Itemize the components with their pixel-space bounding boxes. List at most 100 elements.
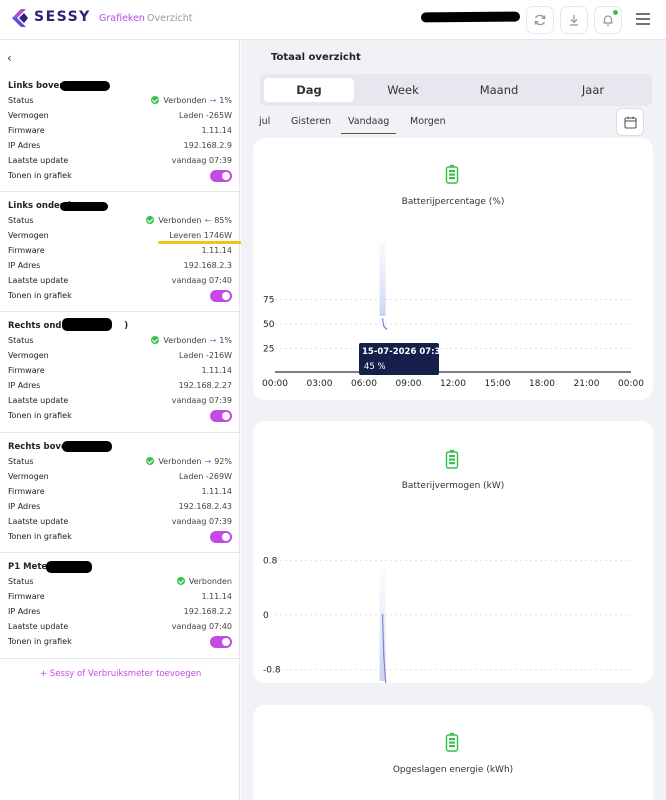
show-in-chart-row: Tonen in grafiek — [8, 170, 232, 184]
status-row: Status Verbonden — [8, 577, 232, 590]
show-in-chart-row: Tonen in grafiek — [8, 290, 232, 304]
row-value: Laden -265W — [178, 111, 232, 120]
day-tab-jul[interactable]: jul — [259, 116, 270, 127]
show-in-chart-toggle[interactable] — [210, 290, 232, 302]
row-label: Vermogen — [8, 351, 49, 360]
show-in-chart-toggle[interactable] — [210, 636, 232, 648]
notifications-button[interactable] — [594, 6, 622, 34]
row-value: 192.168.2.43 — [178, 502, 232, 511]
device-card-p1-meter: P1 Meter ( Status Verbonden Firmware 1.11… — [0, 553, 240, 659]
show-in-chart-row: Tonen in grafiek — [8, 531, 232, 545]
update-row: Laatste update vandaag 07:39 — [8, 396, 232, 409]
ip-row: IP Adres 192.168.2.27 — [8, 381, 232, 394]
tooltip-time: 15-07-2026 07:30 — [362, 347, 447, 357]
row-value: 192.168.2.27 — [178, 381, 232, 390]
firmware-row: Firmware 1.11.14 — [8, 592, 232, 605]
show-in-chart-toggle[interactable] — [210, 531, 232, 543]
update-row: Laatste update vandaag 07:39 — [8, 156, 232, 169]
row-label: Laatste update — [8, 276, 69, 285]
firmware-row: Firmware 1.11.14 — [8, 487, 232, 500]
row-label: Firmware — [8, 246, 45, 255]
ip-row: IP Adres 192.168.2.43 — [8, 502, 232, 515]
row-label: Laatste update — [8, 396, 69, 405]
row-value: 1.11.14 — [201, 246, 232, 255]
y-tick-label: 0.8 — [263, 556, 278, 566]
device-card-rechts-boven: Rechts boven ( Status Verbonden → 92% Verm… — [0, 433, 240, 553]
row-label: Laatste update — [8, 517, 69, 526]
download-button[interactable] — [560, 6, 588, 34]
refresh-icon — [534, 14, 546, 26]
row-label: Tonen in grafiek — [8, 411, 72, 420]
tab-week[interactable]: Week — [358, 78, 448, 102]
notification-dot — [613, 10, 618, 15]
redacted-email — [420, 11, 521, 23]
back-chevron-icon[interactable]: ‹ — [7, 51, 12, 65]
tab-maand[interactable]: Maand — [454, 78, 544, 102]
day-tab-morgen[interactable]: Morgen — [410, 116, 446, 127]
data-point — [382, 655, 385, 657]
redacted-serial — [62, 441, 112, 452]
status-value: Verbonden → 92% — [146, 457, 232, 466]
status-row: Status Verbonden → 1% — [8, 336, 232, 349]
firmware-row: Firmware 1.11.14 — [8, 366, 232, 379]
device-card-links-onder: Links onder ( Status Verbonden ← 85% Vermo… — [0, 192, 240, 312]
chart-card-stored-energy: Opgeslagen energie (kWh) — [253, 705, 653, 800]
row-value: vandaag 07:39 — [171, 396, 232, 405]
device-title-end: ) — [124, 321, 129, 331]
show-in-chart-row: Tonen in grafiek — [8, 636, 232, 650]
battery-percentage: 92% — [214, 457, 232, 466]
nav-grafieken[interactable]: Grafieken — [99, 13, 145, 24]
refresh-button[interactable] — [526, 6, 554, 34]
x-tick-label: 15:00 — [485, 379, 511, 389]
day-tab-vandaag[interactable]: Vandaag — [341, 116, 397, 134]
bell-icon — [603, 15, 613, 26]
period-selector: Dag Week Maand Jaar — [260, 74, 652, 106]
row-value: 1.11.14 — [201, 487, 232, 496]
row-label: Firmware — [8, 592, 45, 601]
battery-percentage: 1% — [219, 336, 232, 345]
row-label: Laatste update — [8, 622, 69, 631]
status-label: Status — [8, 577, 34, 586]
show-in-chart-toggle[interactable] — [210, 410, 232, 422]
top-bar: SESSY Grafieken Overzicht — [0, 0, 666, 40]
tab-dag[interactable]: Dag — [264, 78, 354, 102]
row-value: vandaag 07:40 — [171, 276, 232, 285]
battery-icon — [445, 732, 459, 752]
check-circle-icon — [176, 577, 185, 585]
row-label: Firmware — [8, 487, 45, 496]
y-tick-label: -0.8 — [263, 666, 281, 676]
row-value: Leveren 1746W — [169, 231, 232, 240]
device-sidebar: ‹ Links boven ( Status Verbonden → 1% Verm… — [0, 40, 240, 800]
tooltip-value: 45 % — [364, 362, 386, 372]
y-tick-label: 50 — [263, 320, 275, 330]
day-tab-gisteren[interactable]: Gisteren — [291, 116, 331, 127]
update-row: Laatste update vandaag 07:39 — [8, 517, 232, 530]
day-tabs: jul Gisteren Vandaag Morgen — [241, 108, 666, 138]
firmware-row: Firmware 1.11.14 — [8, 126, 232, 139]
show-in-chart-toggle[interactable] — [210, 170, 232, 182]
device-card-links-boven: Links boven ( Status Verbonden → 1% Vermog… — [0, 74, 240, 192]
status-text: Verbonden — [163, 336, 207, 345]
main-panel: Totaal overzicht Dag Week Maand Jaar jul… — [241, 40, 666, 800]
row-label: Laatste update — [8, 156, 69, 165]
tab-jaar[interactable]: Jaar — [548, 78, 638, 102]
x-tick-label: 03:00 — [307, 379, 333, 389]
x-tick-label: 12:00 — [440, 379, 466, 389]
check-circle-icon — [146, 216, 155, 224]
show-in-chart-row: Tonen in grafiek — [8, 410, 232, 424]
series-highlight-band — [379, 242, 386, 316]
nav-overzicht[interactable]: Overzicht — [147, 13, 192, 24]
row-label: IP Adres — [8, 261, 41, 270]
status-row: Status Verbonden ← 85% — [8, 216, 232, 229]
add-device-link[interactable]: + Sessy of Verbruiksmeter toevoegen — [40, 669, 201, 679]
battery-percentage: 1% — [219, 96, 232, 105]
update-row: Laatste update vandaag 07:40 — [8, 276, 232, 289]
row-value: 1.11.14 — [201, 366, 232, 375]
row-label: Tonen in grafiek — [8, 637, 72, 646]
calendar-button[interactable] — [616, 108, 644, 136]
vermogen-row: Vermogen Laden -216W — [8, 351, 232, 364]
row-label: Vermogen — [8, 111, 49, 120]
menu-icon[interactable] — [635, 12, 651, 26]
redacted-serial — [60, 81, 110, 91]
arrow-right-icon: → — [209, 96, 217, 105]
